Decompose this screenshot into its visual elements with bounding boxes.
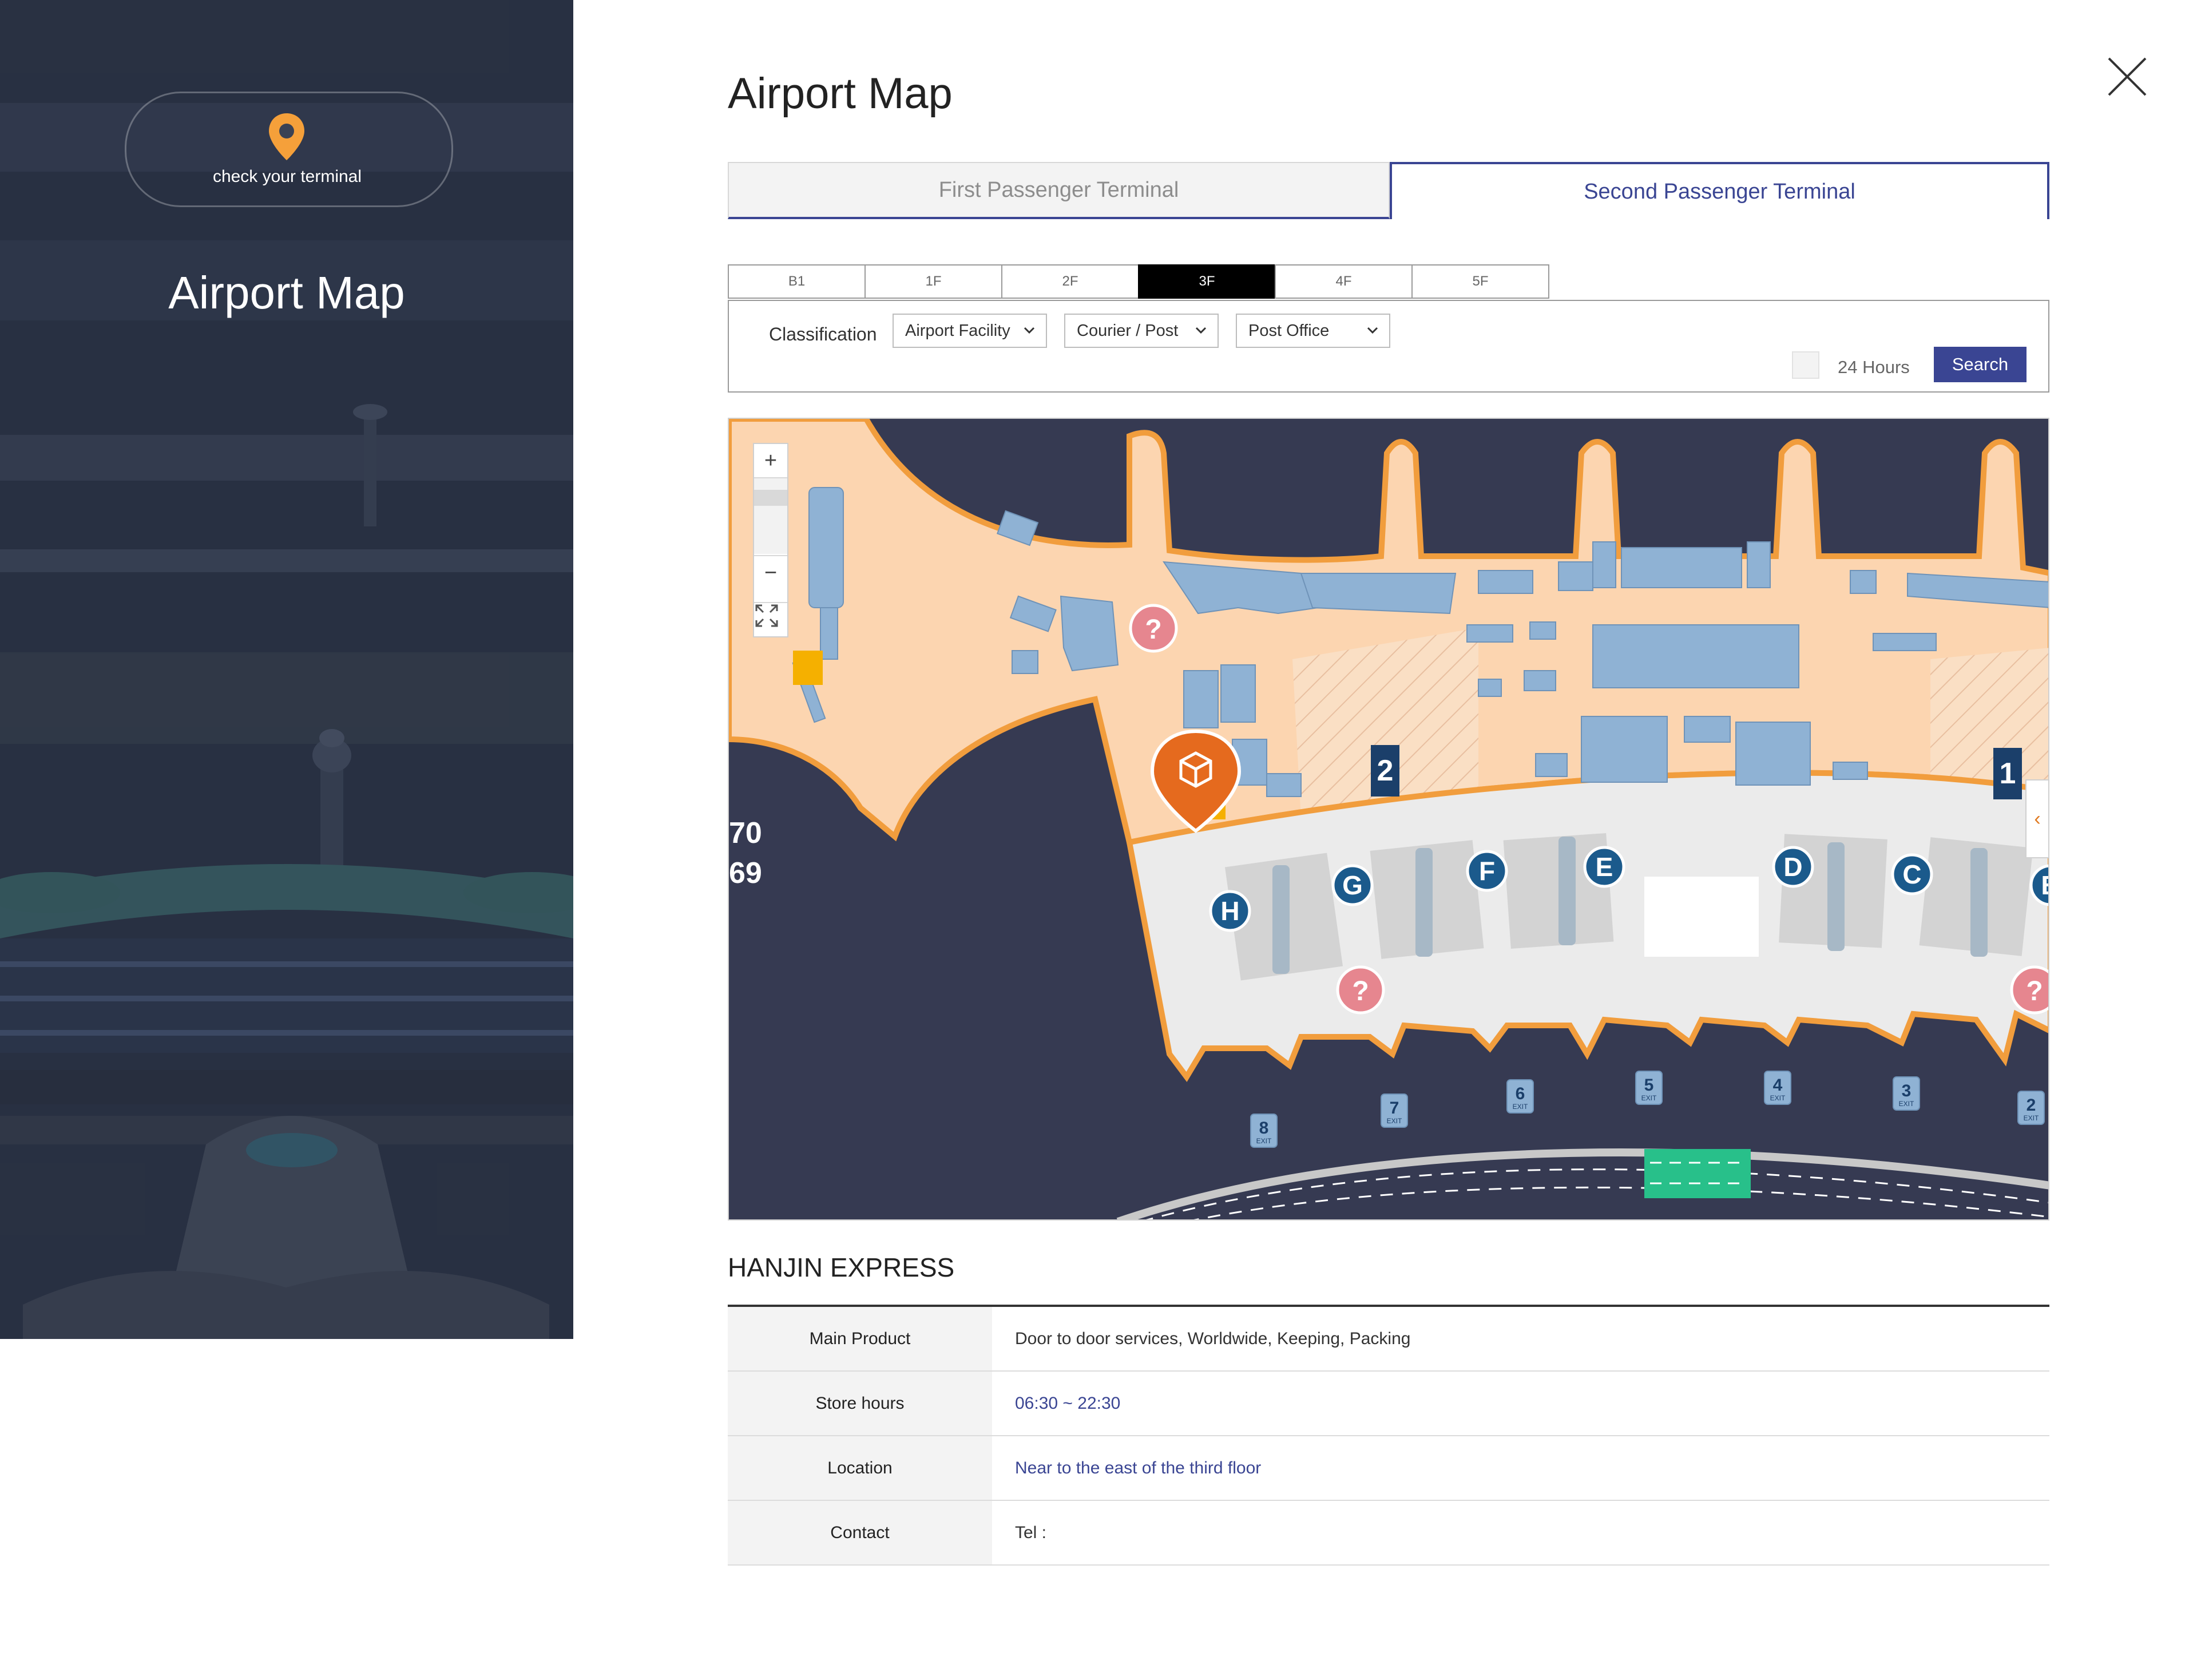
exit-label: 6	[1516, 1084, 1525, 1103]
svg-text:?: ?	[1145, 615, 1161, 645]
exit-label: 7	[1390, 1099, 1399, 1118]
floor-tab-5f[interactable]: 5F	[1411, 264, 1549, 299]
map-side-panel-toggle[interactable]: ‹	[2025, 779, 2048, 858]
row-label: Main Product	[728, 1307, 992, 1370]
row-value: 06:30 ~ 22:30	[1015, 1393, 1121, 1413]
counter-label: B	[2041, 870, 2049, 900]
stair-label: 1	[2000, 757, 2016, 790]
category-select[interactable]: Airport Facility	[893, 314, 1047, 348]
exit-label: 8	[1259, 1119, 1269, 1138]
floor-tab-2f[interactable]: 2F	[1001, 264, 1139, 299]
facility-select[interactable]: Post Office	[1236, 314, 1390, 348]
table-row: Contact Tel :	[728, 1501, 2049, 1566]
tab-second-passenger-terminal[interactable]: Second Passenger Terminal	[1390, 162, 2049, 219]
gate-number: 70	[729, 817, 762, 850]
counter-label: H	[1220, 896, 1239, 926]
svg-text:?: ?	[1352, 976, 1369, 1007]
row-label: Location	[728, 1436, 992, 1500]
category-select-value: Airport Facility	[905, 321, 1010, 340]
exit-text: EXIT	[1899, 1100, 1914, 1108]
counter-label: D	[1783, 852, 1802, 882]
map-pin-icon	[269, 113, 304, 160]
exit-label: 5	[1644, 1076, 1654, 1095]
counter-label: F	[1479, 856, 1495, 886]
classification-label: Classification	[769, 324, 877, 344]
zoom-in-button[interactable]: +	[754, 444, 787, 478]
counter-label: E	[1596, 852, 1613, 882]
airport-map[interactable]: H G F E D C B ? ? ? 2 1	[728, 418, 2049, 1221]
exit-label: 4	[1773, 1076, 1783, 1095]
facility-detail-table: Main Product Door to door services, Worl…	[728, 1305, 2049, 1566]
chevron-down-icon	[1367, 327, 1378, 334]
zoom-slider[interactable]	[754, 478, 787, 554]
information-desk-icon[interactable]: ?	[2010, 965, 2049, 1015]
table-row: Location Near to the east of the third f…	[728, 1436, 2049, 1501]
zoom-control: + −	[753, 443, 788, 637]
table-row: Main Product Door to door services, Worl…	[728, 1307, 2049, 1372]
stair-label: 2	[1377, 754, 1394, 787]
counter-label: G	[1342, 870, 1363, 900]
terminal-floor-plan: H G F E D C B ? ? ? 2 1	[729, 419, 2049, 1219]
page-title: Airport Map	[728, 69, 953, 118]
gate-number: 69	[729, 857, 762, 890]
row-label: Contact	[728, 1501, 992, 1564]
floor-tab-b1[interactable]: B1	[728, 264, 866, 299]
24-hours-checkbox[interactable]	[1792, 351, 1819, 379]
subcategory-select[interactable]: Courier / Post	[1064, 314, 1219, 348]
svg-text:?: ?	[2026, 976, 2043, 1007]
filter-panel: Classification Airport Facility Courier …	[728, 300, 2049, 393]
exit-text: EXIT	[1770, 1094, 1786, 1102]
row-label: Store hours	[728, 1372, 992, 1435]
floor-tab-4f[interactable]: 4F	[1275, 264, 1413, 299]
chevron-down-icon	[1195, 327, 1207, 334]
facility-select-value: Post Office	[1248, 321, 1330, 340]
exit-text: EXIT	[1641, 1094, 1657, 1102]
exit-text: EXIT	[1513, 1103, 1528, 1111]
facility-name: HANJIN EXPRESS	[728, 1253, 955, 1282]
exit-text: EXIT	[2024, 1114, 2039, 1122]
tab-first-passenger-terminal[interactable]: First Passenger Terminal	[728, 162, 1390, 219]
fullscreen-icon	[755, 604, 778, 627]
check-terminal-label[interactable]: check your terminal	[125, 167, 450, 187]
table-row: Store hours 06:30 ~ 22:30	[728, 1372, 2049, 1436]
floor-tabs: B1 1F 2F 3F 4F 5F	[728, 264, 1549, 299]
hero-title: Airport Map	[168, 267, 405, 318]
information-desk-icon[interactable]: ?	[1336, 965, 1385, 1015]
information-desk-icon[interactable]: ?	[1129, 604, 1178, 653]
zoom-slider-handle[interactable]	[754, 490, 787, 506]
exit-text: EXIT	[1387, 1117, 1402, 1125]
terminal-tabs: First Passenger Terminal Second Passenge…	[728, 162, 2049, 219]
floor-tab-1f[interactable]: 1F	[864, 264, 1002, 299]
floor-tab-3f[interactable]: 3F	[1138, 264, 1276, 299]
hero-panel: check your terminal Airport Map	[0, 0, 573, 1339]
exit-label: 2	[2027, 1096, 2036, 1115]
row-value: Tel :	[1015, 1523, 1047, 1542]
row-value: Near to the east of the third floor	[1015, 1458, 1262, 1477]
fullscreen-button[interactable]	[754, 602, 787, 637]
search-button[interactable]: Search	[1934, 347, 2027, 382]
exit-label: 3	[1902, 1081, 1912, 1100]
zoom-out-button[interactable]: −	[754, 555, 787, 589]
exit-text: EXIT	[1256, 1137, 1272, 1145]
24-hours-label: 24 Hours	[1838, 357, 1910, 377]
row-value: Door to door services, Worldwide, Keepin…	[1015, 1329, 1411, 1348]
subcategory-select-value: Courier / Post	[1077, 321, 1179, 340]
chevron-down-icon	[1024, 327, 1035, 334]
counter-label: C	[1902, 859, 1921, 889]
close-icon[interactable]	[2105, 55, 2149, 98]
